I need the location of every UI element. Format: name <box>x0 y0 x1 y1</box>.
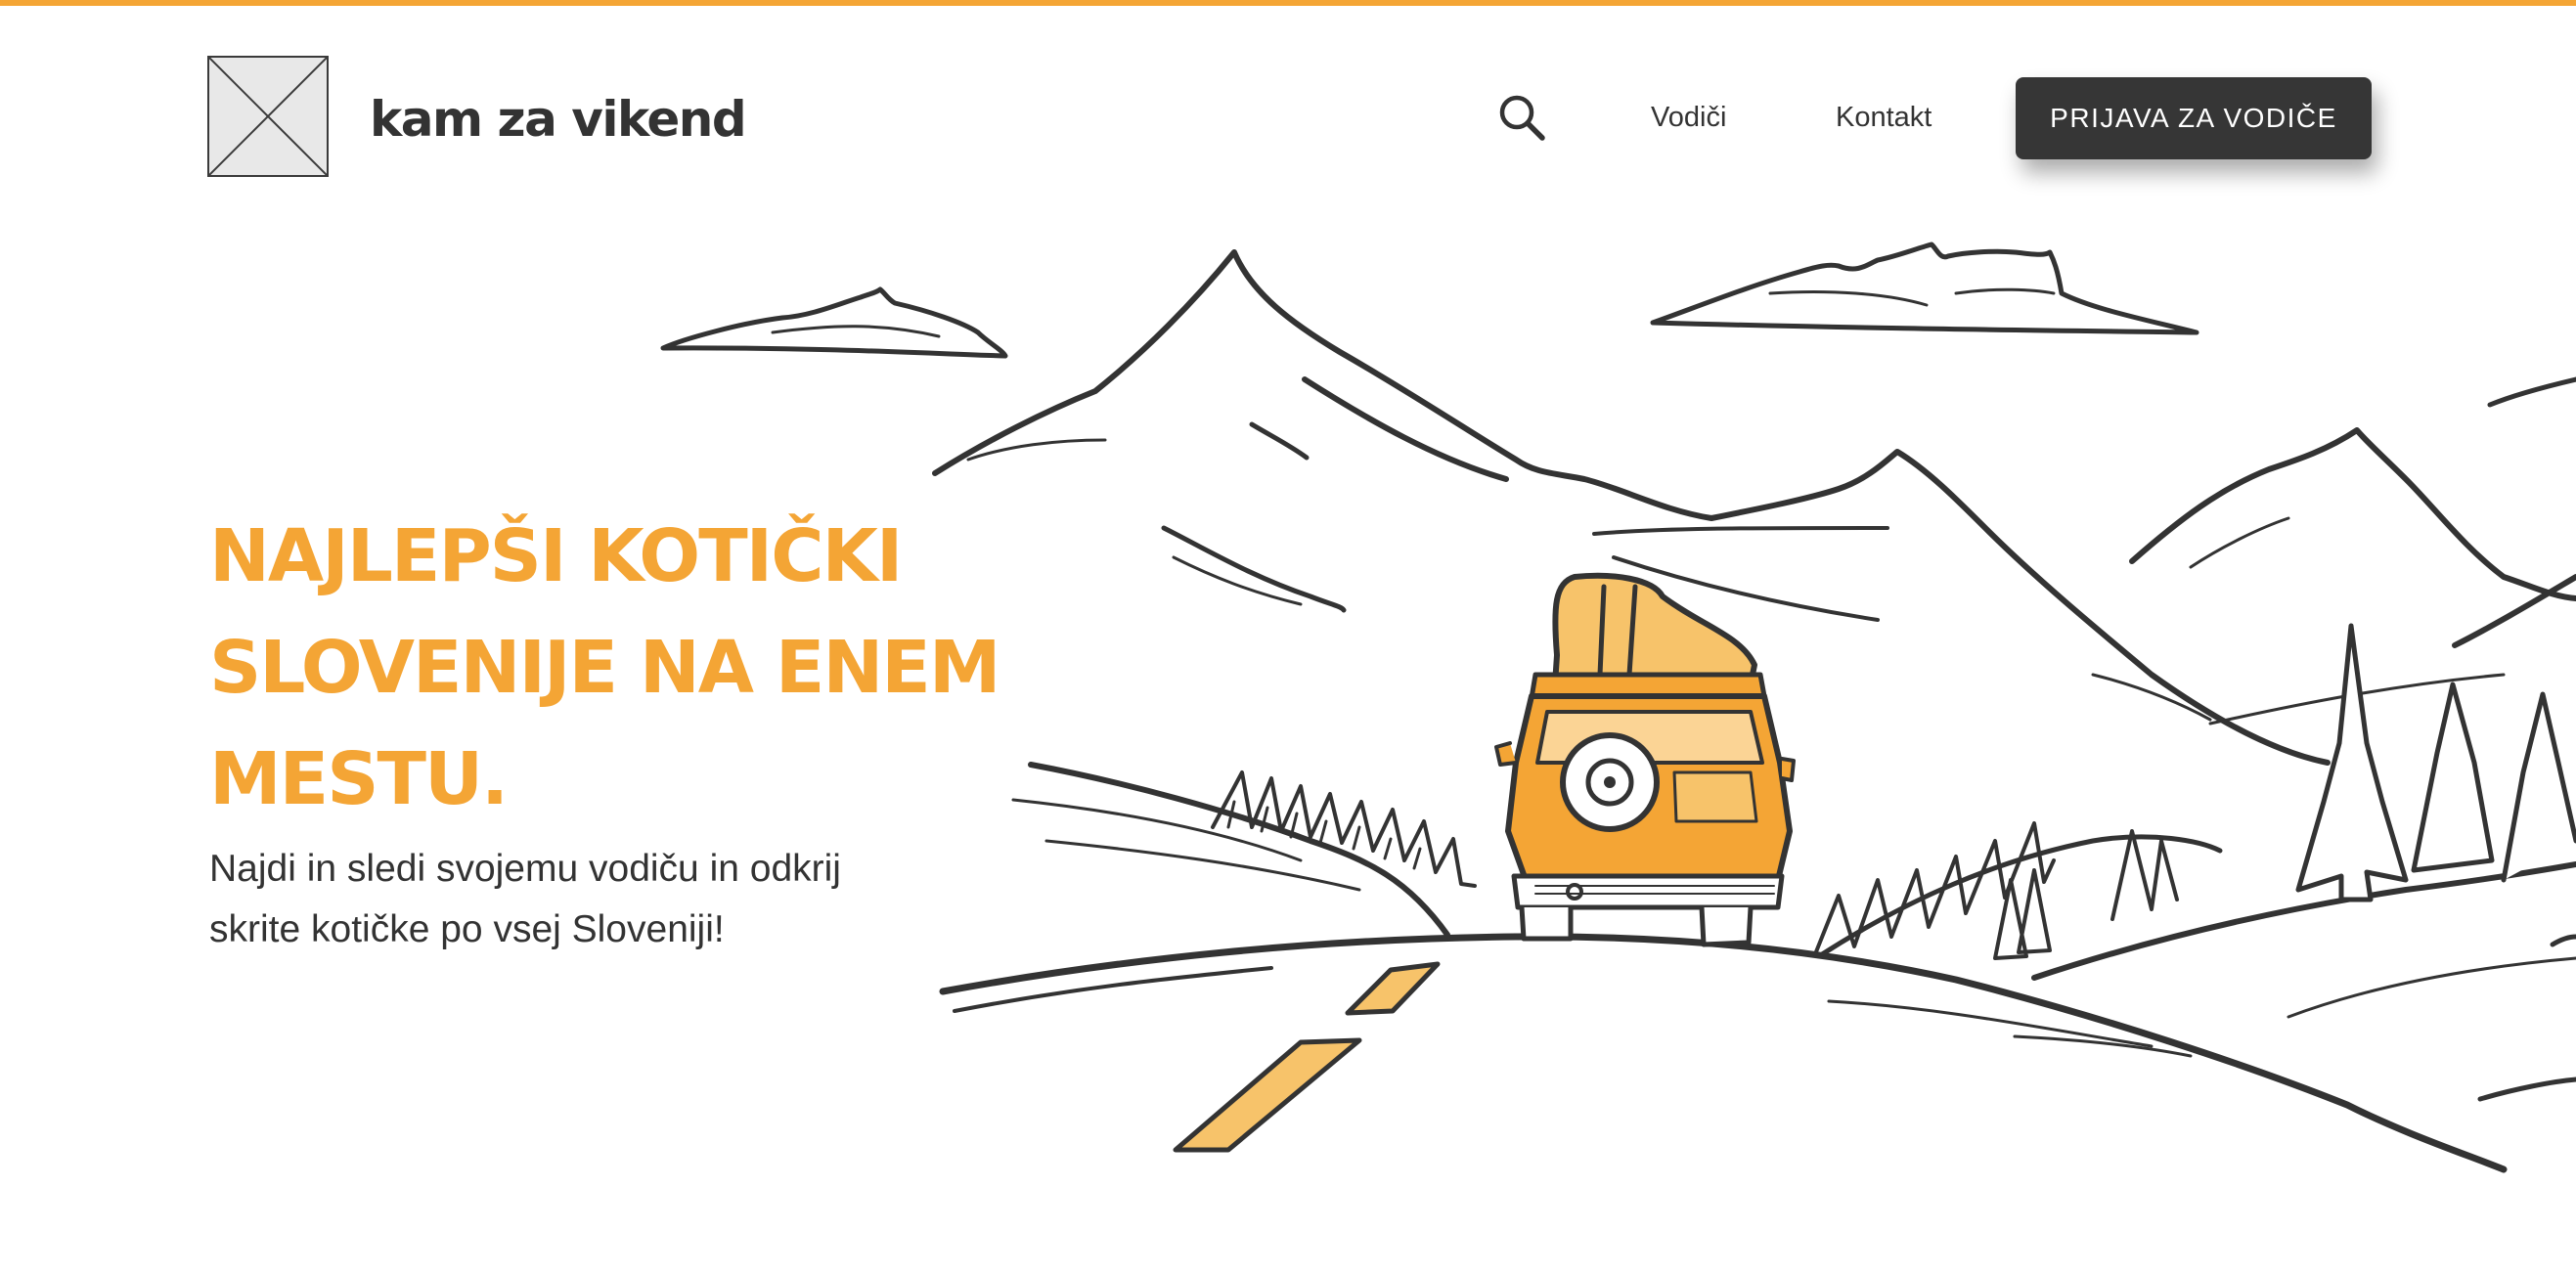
search-button[interactable] <box>1496 92 1549 145</box>
hills <box>1011 673 2576 1102</box>
brand-name[interactable]: kam za vikend <box>370 90 747 149</box>
tall-pines <box>2295 623 2576 902</box>
nav-link-guides[interactable]: Vodiči <box>1651 98 1726 137</box>
hero-title: NAJLEPŠI KOTIČKI SLOVENIJE NA ENEM MESTU… <box>209 501 1089 835</box>
cloud-edge <box>2487 376 2576 408</box>
pine-trees-left <box>1211 770 1477 888</box>
image-placeholder-icon <box>209 58 327 175</box>
road-dashes <box>1173 961 1441 1153</box>
cloud-right <box>1650 242 2199 335</box>
guide-signup-button[interactable]: PRIJAVA ZA VODIČE <box>2016 77 2372 159</box>
logo-image-placeholder[interactable] <box>207 56 329 177</box>
hero-subtitle: Najdi in sledi svojemu vodiču in odkrij … <box>209 839 953 960</box>
search-icon <box>1499 95 1545 141</box>
cloud-left <box>660 286 1008 359</box>
hero-title-line: SLOVENIJE NA ENEM <box>209 626 1001 710</box>
mountains <box>932 249 2576 766</box>
hero-subtitle-line: skrite kotičke po vsej Sloveniji! <box>209 908 725 950</box>
accent-top-bar <box>0 0 2576 6</box>
hero-title-line: NAJLEPŠI KOTIČKI <box>209 514 903 598</box>
pine-trees-right <box>1813 821 2179 960</box>
hero-subtitle-line: Najdi in sledi svojemu vodiču in odkrij <box>209 848 841 890</box>
nav-link-contact[interactable]: Kontakt <box>1836 98 1932 137</box>
road <box>939 933 2508 1173</box>
car-illustration <box>1494 572 1796 947</box>
landing-page: kam za vikend Vodiči Kontakt PRIJAVA ZA … <box>0 0 2576 1275</box>
hero-title-line: MESTU. <box>209 737 509 821</box>
